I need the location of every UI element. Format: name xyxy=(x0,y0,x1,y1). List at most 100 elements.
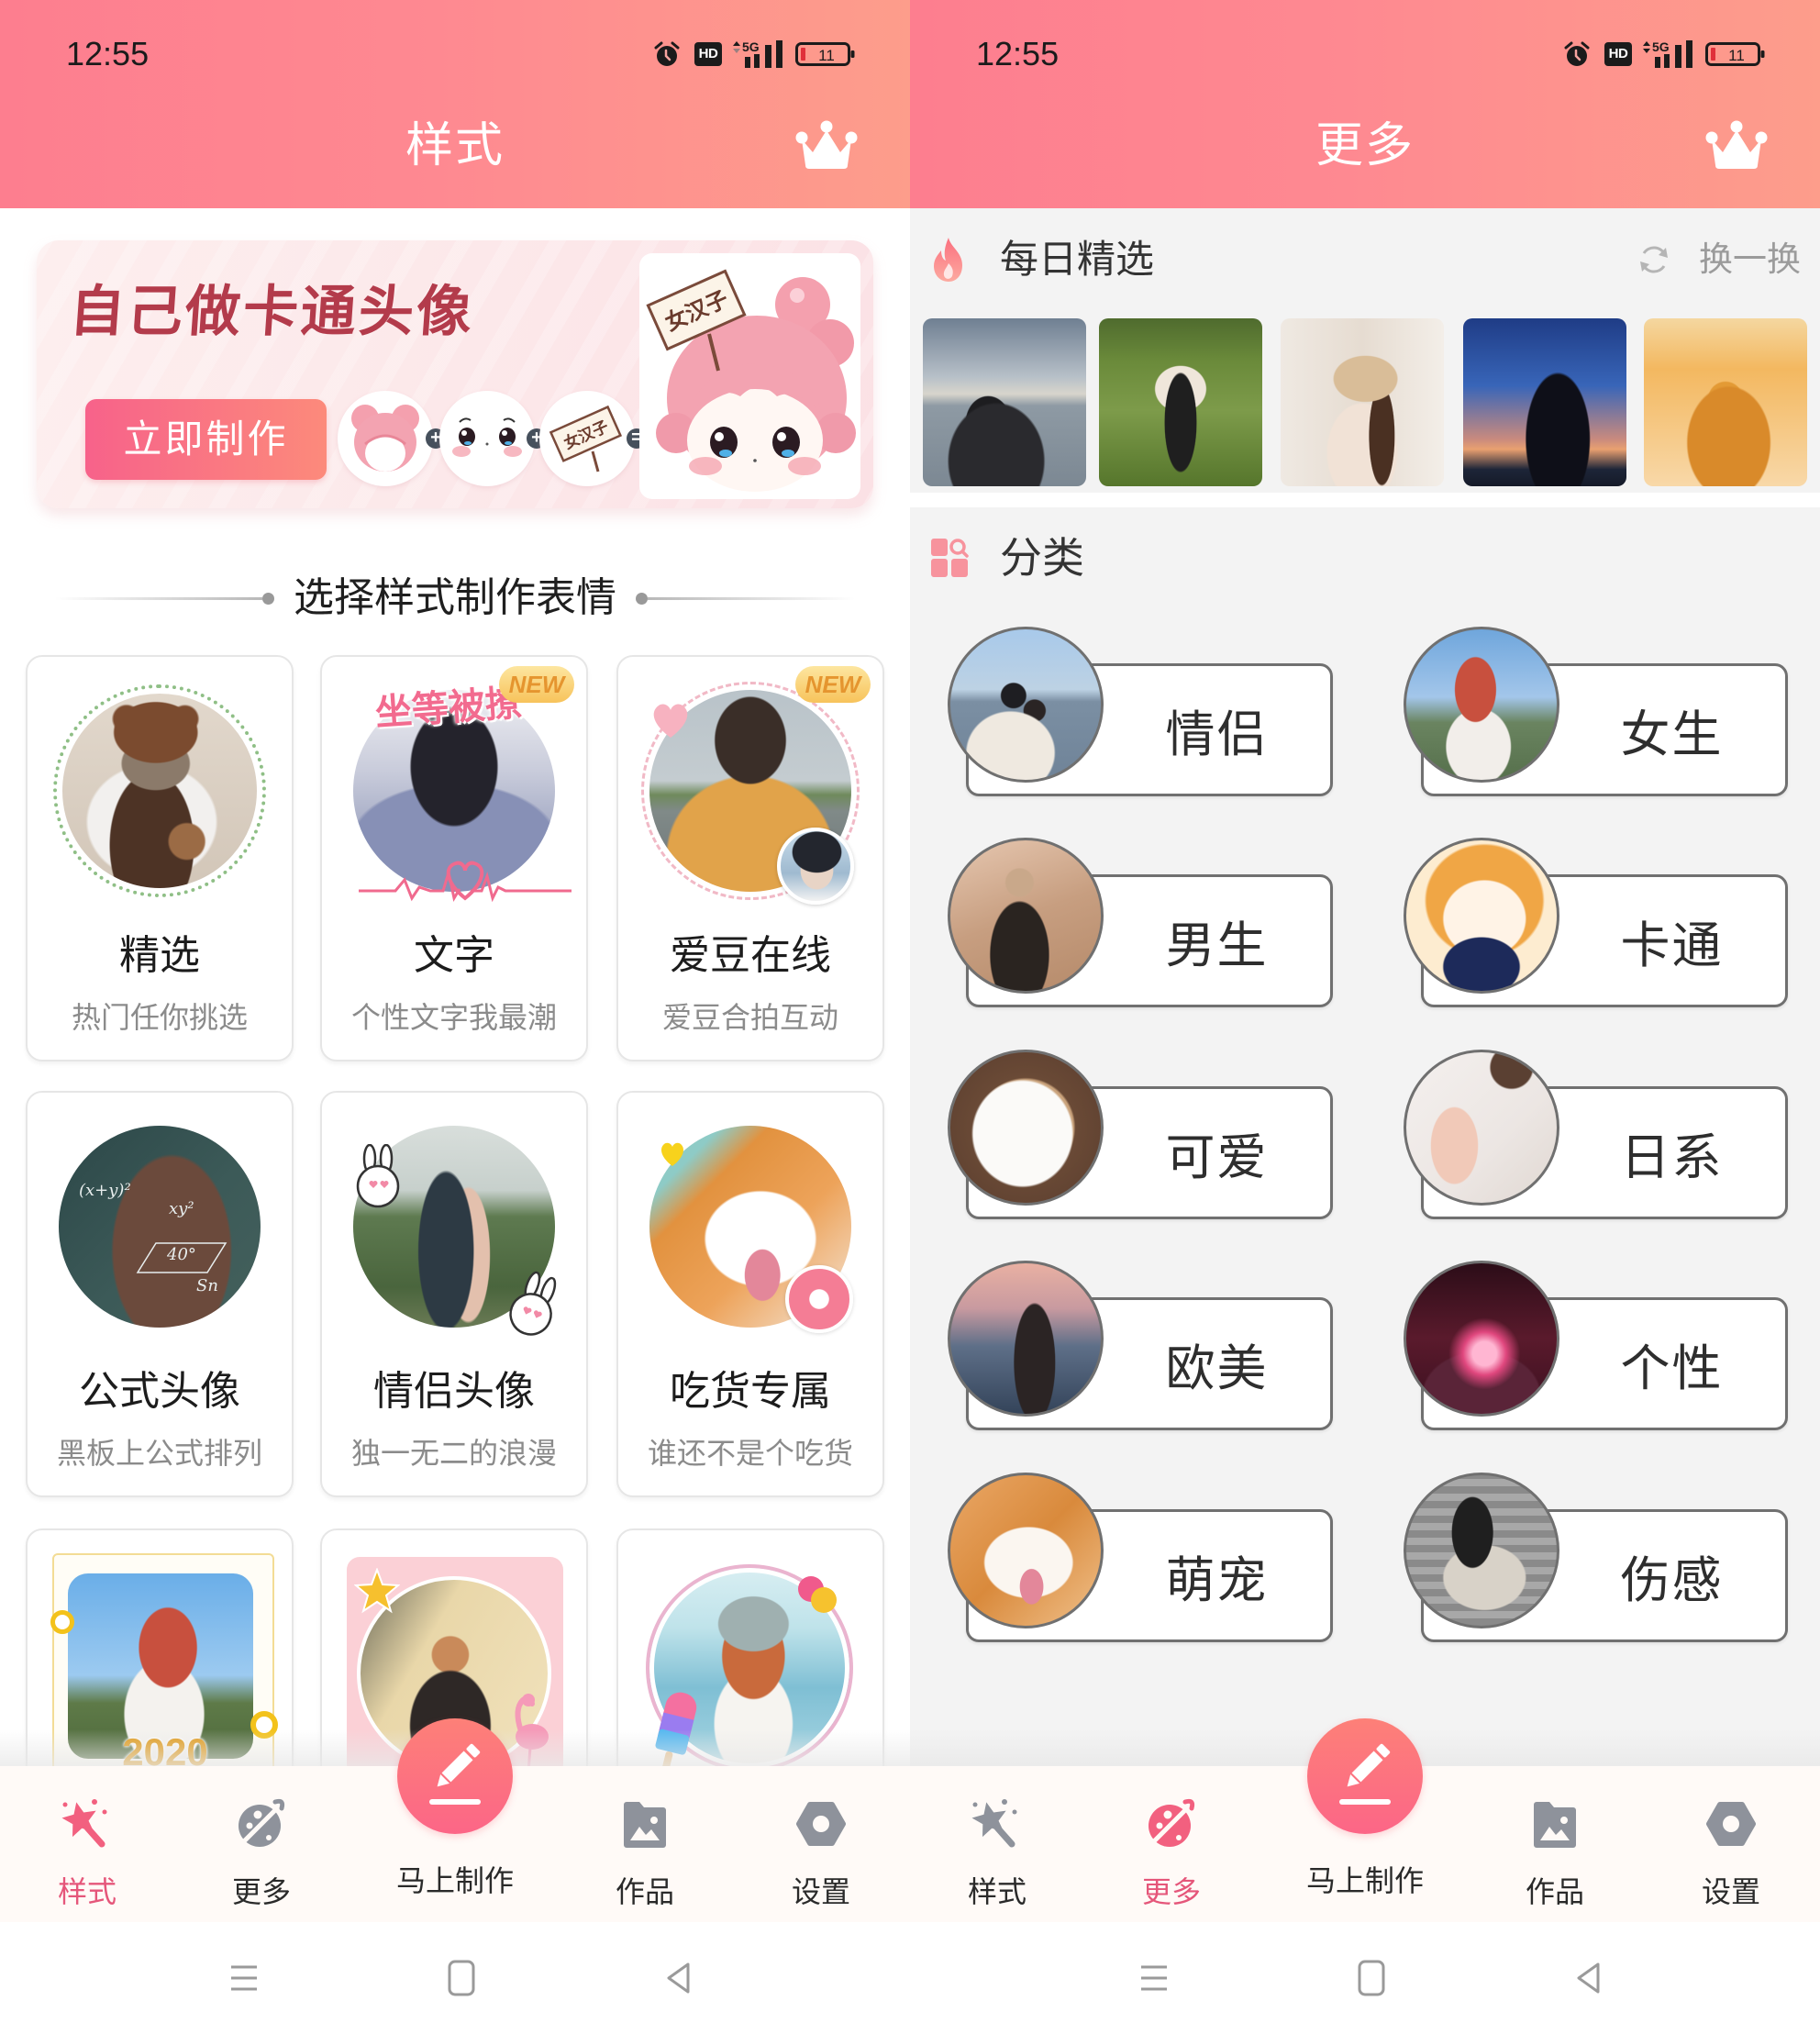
status-time: 12:55 xyxy=(66,35,150,72)
create-now-label[interactable]: 马上制作 xyxy=(363,1862,547,1899)
magic-wand-icon xyxy=(970,1796,1025,1851)
battery-level: 11 xyxy=(1728,47,1745,64)
shuffle-button[interactable]: 换一换 xyxy=(1699,237,1801,283)
signal-5g-icon: 5G xyxy=(1641,40,1694,68)
gallery-folder-icon xyxy=(617,1796,672,1851)
system-nav-bar xyxy=(910,1922,1820,2034)
daily-photo[interactable] xyxy=(1463,318,1626,486)
nav-tab-settings[interactable]: 设置 xyxy=(757,1766,885,1922)
crown-icon[interactable] xyxy=(1704,119,1769,172)
daily-photo[interactable] xyxy=(1644,318,1807,486)
nav-tab-styles[interactable]: 样式 xyxy=(23,1766,151,1922)
category-thumbnail[interactable] xyxy=(948,1050,1104,1206)
nav-label: 作品 xyxy=(1525,1875,1584,1908)
chalk-text: Sn xyxy=(196,1276,218,1295)
section-separator xyxy=(910,493,1820,507)
home-icon[interactable] xyxy=(1358,1960,1385,1996)
pencil-icon xyxy=(1339,1743,1391,1805)
create-now-fab[interactable] xyxy=(1307,1718,1423,1834)
card-title: 公式头像 xyxy=(79,1369,240,1414)
page-title: 更多 xyxy=(1315,119,1415,172)
idol-avatar xyxy=(777,828,854,905)
app-header: 12:55 HD 5G 11 更多 xyxy=(910,0,1820,208)
heartbeat-heart-icon xyxy=(359,854,572,905)
style-card-foodie[interactable]: 吃货专属 谁还不是个吃货 xyxy=(616,1091,884,1497)
network-label: 5G xyxy=(742,40,760,54)
promo-banner[interactable]: 自己做卡通头像 立即制作 + + 女汉子 = 女汉子 xyxy=(37,240,873,508)
categories-title: 分类 xyxy=(1000,534,1084,582)
nav-tab-styles[interactable]: 样式 xyxy=(933,1766,1061,1922)
chalk-formula-overlay: (x+y)² xy² 40° Sn xyxy=(59,1126,261,1328)
nav-tab-works[interactable]: 作品 xyxy=(1491,1766,1619,1922)
style-card-text[interactable]: 坐等被撩 NEW 文字 个性文字我最潮 xyxy=(320,655,588,1061)
category-thumbnail[interactable] xyxy=(1404,838,1559,994)
card-thumbnail xyxy=(53,684,266,897)
category-label: 男生 xyxy=(1165,918,1269,973)
create-now-fab[interactable] xyxy=(397,1718,513,1834)
hd-icon: HD xyxy=(1604,42,1632,66)
style-card-idol[interactable]: NEW 爱豆在线 爱豆合拍互动 xyxy=(616,655,884,1061)
nav-label: 作品 xyxy=(615,1875,674,1908)
hair-part-thumbnail xyxy=(338,391,433,486)
nav-tab-more[interactable]: 更多 xyxy=(197,1766,326,1922)
nav-label: 更多 xyxy=(231,1875,291,1908)
daily-photo[interactable] xyxy=(923,318,1086,486)
category-thumbnail[interactable] xyxy=(948,1473,1104,1628)
card-title: 吃货专属 xyxy=(670,1369,831,1414)
card-subtitle: 爱豆合拍互动 xyxy=(661,1001,838,1034)
hd-icon: HD xyxy=(694,42,722,66)
pencil-icon xyxy=(429,1743,481,1805)
category-label: 个性 xyxy=(1620,1341,1724,1396)
back-icon[interactable] xyxy=(665,1962,691,1995)
category-thumbnail[interactable] xyxy=(1404,1050,1559,1206)
heart-icon xyxy=(649,701,692,739)
category-label: 卡通 xyxy=(1620,918,1724,973)
card-subtitle: 个性文字我最潮 xyxy=(350,1001,557,1034)
more-screen: 12:55 HD 5G 11 更多 每日精选 换一换 分类 情侣 女生 男生 卡… xyxy=(910,0,1820,2034)
bunny-sticker-icon xyxy=(353,1144,403,1210)
star-sticker-icon xyxy=(354,1568,400,1614)
daily-photo[interactable] xyxy=(1281,318,1444,486)
category-thumbnail[interactable] xyxy=(948,1261,1104,1417)
recent-apps-icon[interactable] xyxy=(1139,1963,1169,1993)
category-label: 情侣 xyxy=(1165,707,1269,762)
refresh-icon[interactable] xyxy=(1637,242,1671,277)
style-card-featured[interactable]: 精选 热门任你挑选 xyxy=(26,655,294,1061)
category-thumbnail[interactable] xyxy=(948,627,1104,783)
card-title: 爱豆在线 xyxy=(670,933,831,978)
nav-tab-more[interactable]: 更多 xyxy=(1107,1766,1236,1922)
create-now-label[interactable]: 马上制作 xyxy=(1273,1862,1457,1899)
planet-icon xyxy=(234,1796,289,1851)
eyes-part-thumbnail xyxy=(439,391,535,486)
category-label: 日系 xyxy=(1620,1130,1724,1185)
card-subtitle: 谁还不是个吃货 xyxy=(647,1437,853,1470)
style-card-formula[interactable]: (x+y)² xy² 40° Sn 公式头像 黑板上公式排列 xyxy=(26,1091,294,1497)
hex-settings-icon xyxy=(793,1796,849,1851)
candy-sticker-icon xyxy=(793,1571,840,1618)
gold-coin-icon xyxy=(50,1610,74,1634)
gallery-folder-icon xyxy=(1527,1796,1582,1851)
back-icon[interactable] xyxy=(1575,1962,1601,1995)
crown-icon[interactable] xyxy=(794,119,859,172)
nav-label: 样式 xyxy=(967,1875,1027,1908)
daily-photo[interactable] xyxy=(1099,318,1262,486)
recent-apps-icon[interactable] xyxy=(229,1963,259,1993)
styles-screen: 12:55 HD 5G 11 样式 自己做卡通头像 立即制作 + + 女汉子 = xyxy=(0,0,910,2034)
status-time: 12:55 xyxy=(976,35,1060,72)
donut-sticker-icon xyxy=(785,1265,853,1333)
home-icon[interactable] xyxy=(448,1960,475,1996)
signal-5g-icon: 5G xyxy=(731,40,784,68)
sign-part-thumbnail: 女汉子 xyxy=(539,391,635,486)
category-thumbnail[interactable] xyxy=(948,838,1104,994)
category-label: 可爱 xyxy=(1165,1130,1269,1185)
category-thumbnail[interactable] xyxy=(1404,1261,1559,1417)
app-header: 12:55 HD 5G 11 样式 xyxy=(0,0,910,208)
category-thumbnail[interactable] xyxy=(1404,627,1559,783)
nav-tab-settings[interactable]: 设置 xyxy=(1667,1766,1795,1922)
new-badge: NEW xyxy=(499,666,574,703)
make-now-button[interactable]: 立即制作 xyxy=(85,399,327,480)
style-card-couple[interactable]: 情侣头像 独一无二的浪漫 xyxy=(320,1091,588,1497)
category-label: 萌宠 xyxy=(1165,1553,1269,1608)
nav-tab-works[interactable]: 作品 xyxy=(581,1766,709,1922)
category-thumbnail[interactable] xyxy=(1404,1473,1559,1628)
